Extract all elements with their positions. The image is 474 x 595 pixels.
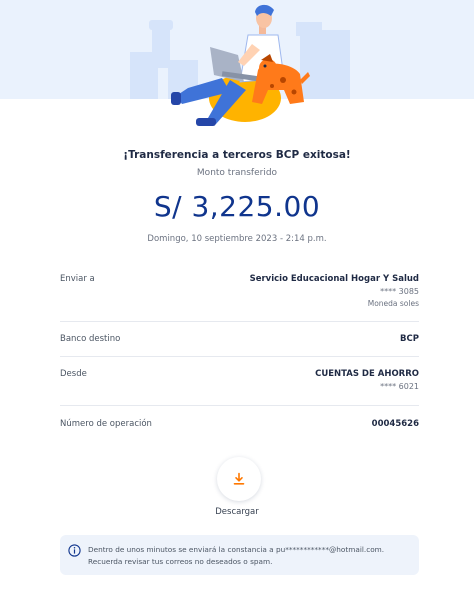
send-to-value: Servicio Educacional Hogar Y Salud **** … [250, 274, 419, 308]
person-with-dog-illustration [130, 4, 350, 126]
source-account-type: CUENTAS DE AHORRO [315, 369, 419, 379]
download-button[interactable] [217, 457, 261, 501]
recipient-currency: Moneda soles [367, 299, 419, 308]
detail-row-bank: Banco destino BCP [60, 322, 419, 357]
detail-row-send-to: Enviar a Servicio Educacional Hogar Y Sa… [60, 263, 419, 322]
email-notice: Dentro de unos minutos se enviará la con… [60, 535, 419, 575]
detail-row-operation: Número de operación 00045626 [60, 406, 419, 441]
notice-text: Dentro de unos minutos se enviará la con… [88, 544, 411, 568]
operation-value: 00045626 [372, 419, 419, 429]
download-label[interactable]: Descargar [0, 507, 474, 517]
recipient-name: Servicio Educacional Hogar Y Salud [249, 274, 419, 284]
recipient-account: **** 3085 [380, 287, 419, 296]
success-title: ¡Transferencia a terceros BCP exitosa! [123, 149, 351, 161]
notice-line-1: Dentro de unos minutos se enviará la con… [88, 545, 385, 554]
operation-number: 00045626 [371, 419, 419, 429]
transfer-details: Enviar a Servicio Educacional Hogar Y Sa… [60, 263, 419, 441]
from-label: Desde [60, 369, 87, 379]
bank-label: Banco destino [60, 334, 121, 344]
notice-line-2: Recuerda revisar tus correos no deseados… [88, 557, 273, 566]
download-icon [233, 472, 245, 485]
bank-name: BCP [400, 334, 419, 344]
hero-banner [0, 0, 474, 126]
bank-value: BCP [400, 334, 419, 344]
amount-label: Monto transferido [196, 168, 278, 178]
transfer-amount: S/ 3,225.00 [153, 190, 321, 223]
operation-label: Número de operación [60, 419, 152, 429]
send-to-label: Enviar a [60, 274, 95, 284]
transfer-date: Domingo, 10 septiembre 2023 - 2:14 p.m. [147, 234, 327, 244]
detail-row-from: Desde CUENTAS DE AHORRO **** 6021 [60, 357, 419, 406]
info-icon [68, 544, 81, 557]
source-account-number: **** 6021 [380, 382, 419, 391]
from-value: CUENTAS DE AHORRO **** 6021 [315, 369, 419, 391]
